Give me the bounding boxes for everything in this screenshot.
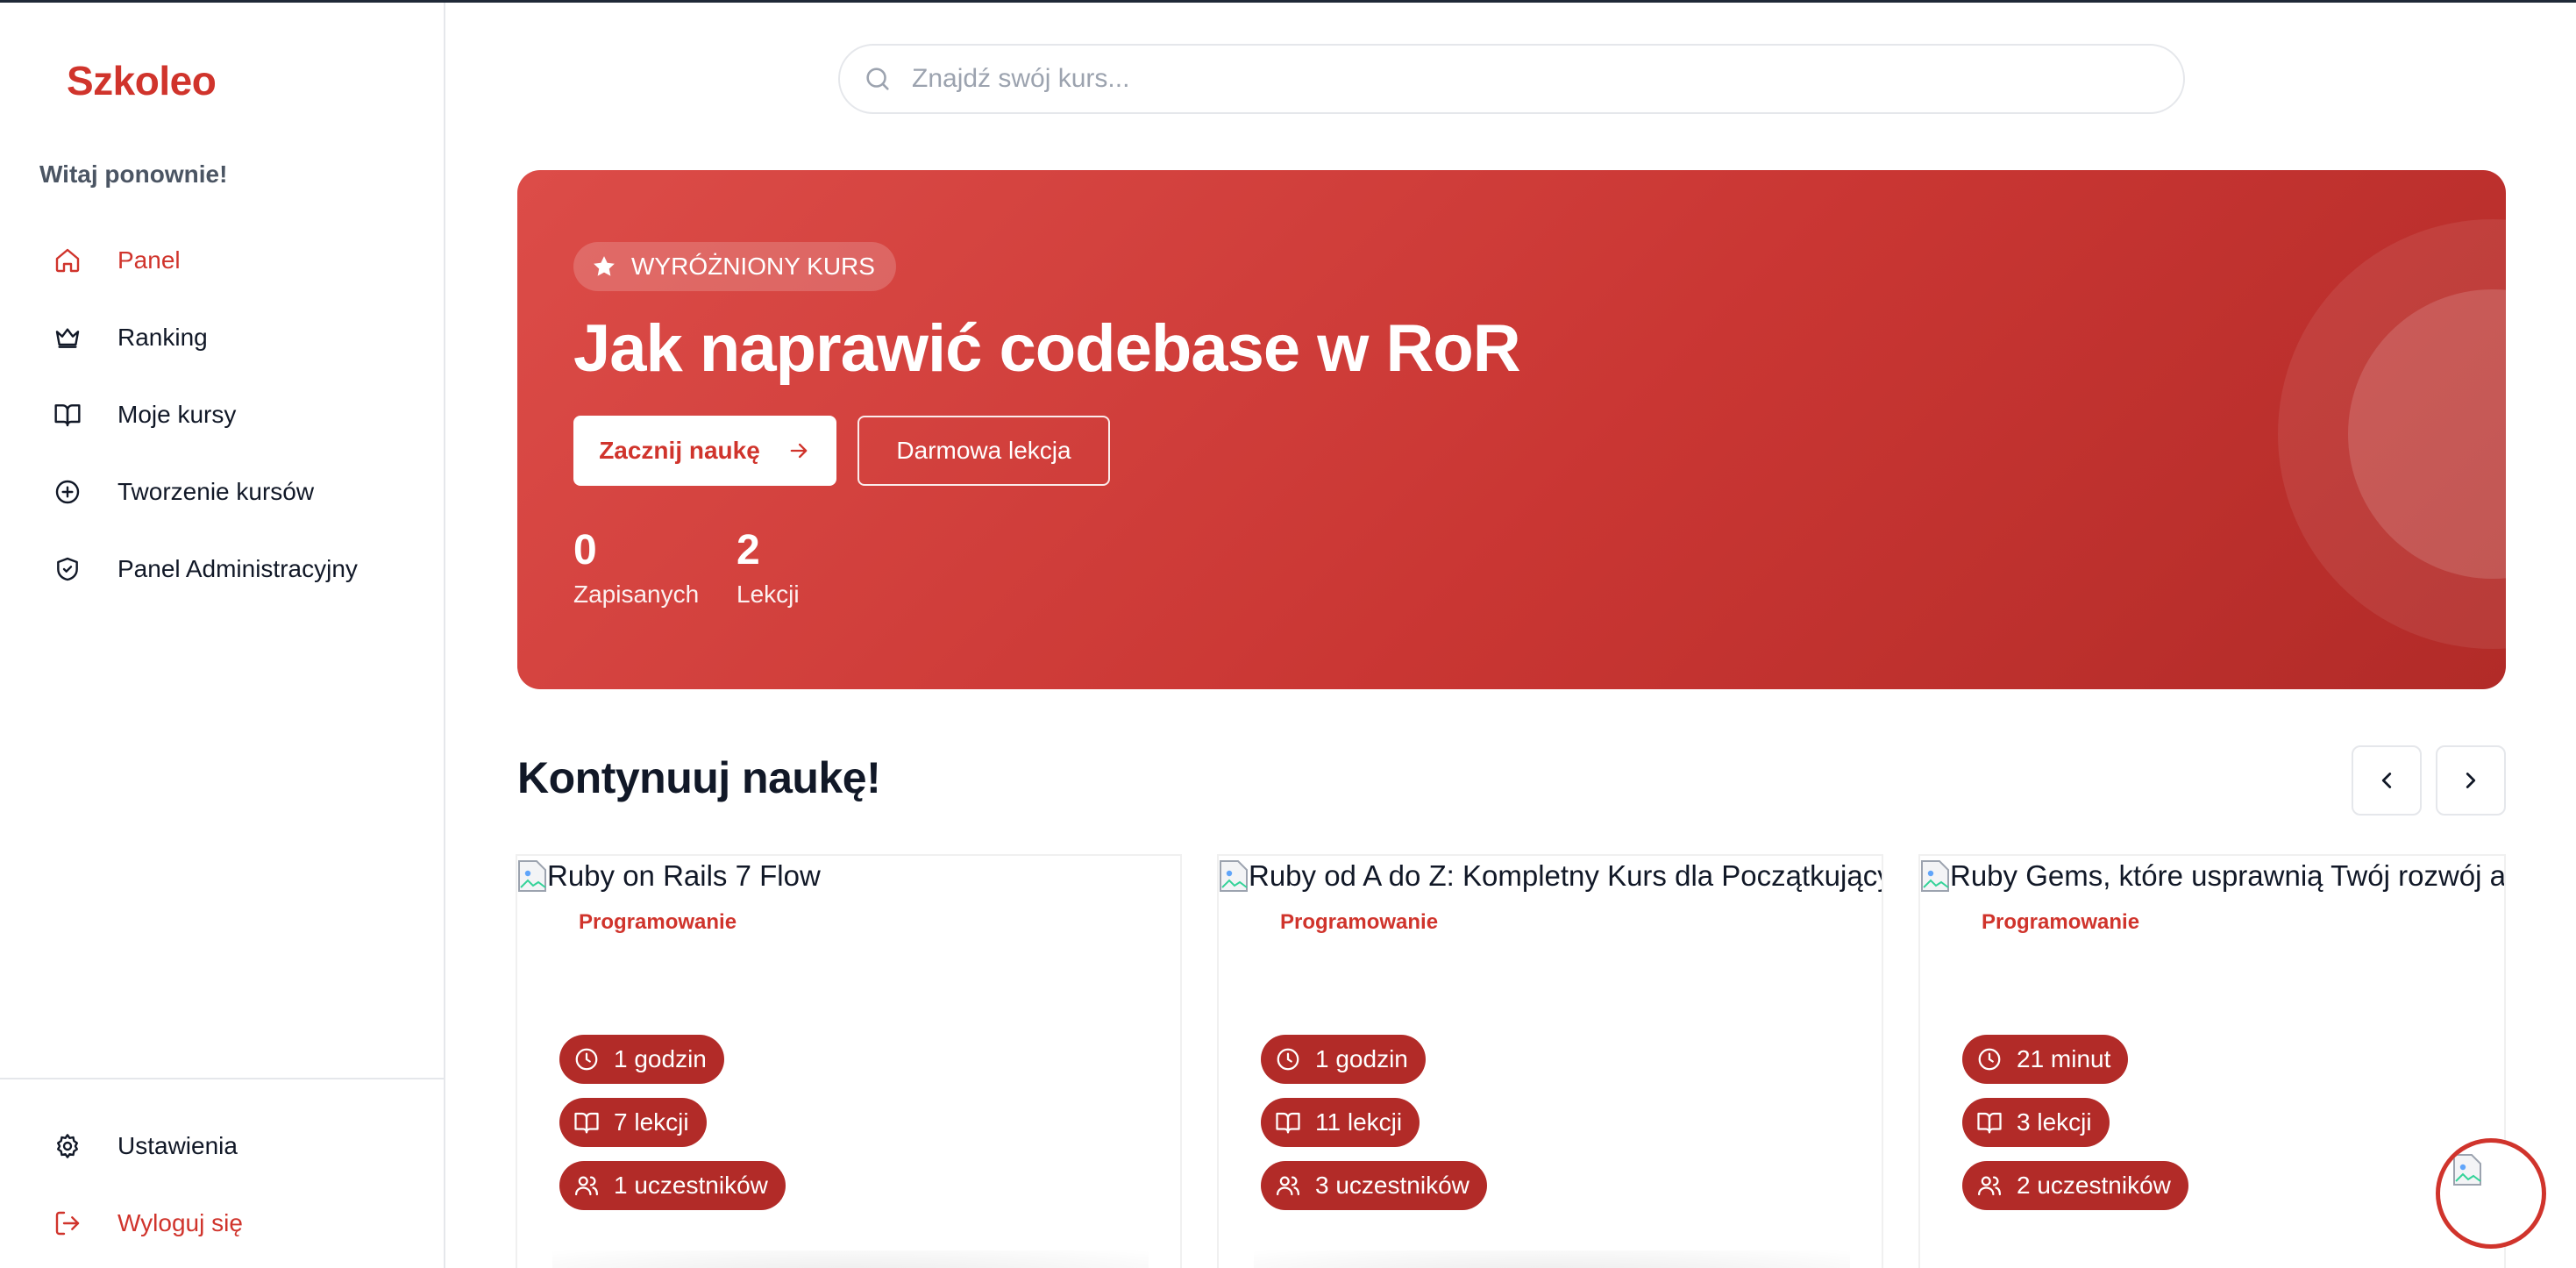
- users-icon: [1978, 1176, 2001, 1196]
- start-learning-label: Zacznij naukę: [599, 437, 760, 464]
- stat-enrolled: 0 Zapisanych: [573, 528, 699, 609]
- broken-image-icon: [1921, 860, 1949, 892]
- sidebar-item-label: Panel Administracyjny: [117, 555, 358, 582]
- sidebar-item-label: Tworzenie kursów: [117, 478, 315, 505]
- course-lessons-chip: 7 lekcji: [559, 1098, 707, 1147]
- star-icon: [594, 256, 615, 276]
- broken-image-icon: [2453, 1154, 2481, 1186]
- course-participants-chip: 1 uczestników: [559, 1161, 786, 1210]
- stat-value: 2: [737, 527, 760, 573]
- course-category: Programowanie: [1982, 910, 2140, 934]
- course-category: Programowanie: [1280, 910, 1439, 934]
- course-participants: 1 uczestników: [614, 1172, 768, 1199]
- sidebar-item-label: Wyloguj się: [117, 1209, 243, 1236]
- book-icon: [53, 400, 82, 430]
- broken-image-icon: [1220, 860, 1248, 892]
- start-learning-button[interactable]: Zacznij naukę: [573, 416, 836, 486]
- sidebar-footer: Ustawienia Wyloguj się: [0, 1078, 444, 1262]
- sidebar-item-settings[interactable]: Ustawienia: [0, 1108, 444, 1185]
- sidebar-item-logout[interactable]: Wyloguj się: [0, 1185, 444, 1262]
- continue-learning-title: Kontynuuj naukę!: [517, 753, 881, 802]
- clock-icon: [1277, 1048, 1299, 1071]
- card-shadow: [552, 1250, 1149, 1268]
- search-bar[interactable]: [838, 44, 2185, 114]
- book-icon: [1977, 1112, 2002, 1134]
- sidebar-item-label: Moje kursy: [117, 401, 237, 428]
- course-card[interactable]: Ruby od A do Z: Kompletny Kurs dla Począ…: [1217, 854, 1883, 1268]
- course-lessons-chip: 11 lekcji: [1261, 1098, 1420, 1147]
- users-icon: [575, 1176, 598, 1196]
- course-image: Ruby od A do Z: Kompletny Kurs dla Począ…: [1219, 859, 1883, 893]
- course-participants: 3 uczestników: [1315, 1172, 1469, 1199]
- logout-icon: [53, 1208, 82, 1238]
- stat-label: Lekcji: [737, 581, 800, 608]
- course-participants: 2 uczestników: [2017, 1172, 2171, 1199]
- sidebar-item-label: Ustawienia: [117, 1132, 238, 1159]
- featured-course-banner: WYRÓŻNIONY KURS Jak naprawić codebase w …: [517, 170, 2506, 689]
- card-shadow: [1254, 1250, 1850, 1268]
- carousel-next-button[interactable]: [2436, 745, 2506, 816]
- carousel-prev-button[interactable]: [2352, 745, 2422, 816]
- course-category: Programowanie: [579, 910, 737, 934]
- course-duration: 1 godzin: [1315, 1045, 1408, 1072]
- course-lessons: 11 lekcji: [1315, 1108, 1403, 1136]
- course-lessons-chip: 3 lekcji: [1962, 1098, 2110, 1147]
- sidebar-item-panel[interactable]: Panel: [0, 222, 444, 299]
- course-duration: 21 minut: [2017, 1045, 2111, 1072]
- arrow-right-icon: [790, 443, 808, 459]
- sidebar-item-admin-panel[interactable]: Panel Administracyjny: [0, 531, 444, 608]
- clock-icon: [575, 1048, 598, 1071]
- course-image-alt: Ruby od A do Z: Kompletny Kurs dla Począ…: [1249, 859, 1883, 892]
- clock-icon: [1978, 1048, 2001, 1071]
- chat-widget-button[interactable]: [2436, 1138, 2546, 1249]
- stat-value: 0: [573, 527, 597, 573]
- course-image: Ruby on Rails 7 Flow: [517, 859, 821, 893]
- course-duration-chip: 1 godzin: [559, 1035, 724, 1084]
- book-icon: [1276, 1112, 1300, 1134]
- gear-icon: [53, 1131, 82, 1161]
- course-image: Ruby Gems, które usprawnią Twój rozwój a…: [1920, 859, 2506, 893]
- broken-image-icon: [518, 860, 546, 892]
- search-icon: [866, 68, 889, 90]
- course-duration-chip: 1 godzin: [1261, 1035, 1426, 1084]
- stat-label: Zapisanych: [573, 581, 700, 608]
- featured-badge: WYRÓŻNIONY KURS: [573, 242, 896, 291]
- home-icon: [53, 246, 82, 275]
- app-logo[interactable]: Szkoleo: [67, 57, 217, 104]
- stat-lessons: 2 Lekcji: [737, 528, 800, 609]
- featured-badge-label: WYRÓŻNIONY KURS: [631, 253, 875, 280]
- course-duration-chip: 21 minut: [1962, 1035, 2129, 1084]
- plus-circle-icon: [53, 477, 82, 507]
- shield-check-icon: [53, 554, 82, 584]
- course-image-alt: Ruby Gems, które usprawnią Twój rozwój a…: [1950, 859, 2506, 892]
- course-card[interactable]: Ruby Gems, które usprawnią Twój rozwój a…: [1918, 854, 2506, 1268]
- course-participants-chip: 2 uczestników: [1962, 1161, 2188, 1210]
- course-card[interactable]: Ruby on Rails 7 Flow Programowanie 1 god…: [516, 854, 1182, 1268]
- book-icon: [574, 1112, 599, 1134]
- course-lessons: 3 lekcji: [2017, 1108, 2092, 1136]
- crown-icon: [53, 323, 82, 353]
- sidebar-item-course-creation[interactable]: Tworzenie kursów: [0, 453, 444, 531]
- sidebar-nav: Panel Ranking Moje kursy Tworzenie kursó…: [0, 222, 444, 608]
- course-image-alt: Ruby on Rails 7 Flow: [547, 859, 821, 892]
- welcome-text: Witaj ponownie!: [39, 160, 228, 188]
- chevron-right-icon: [2466, 773, 2476, 788]
- sidebar-item-label: Ranking: [117, 324, 208, 351]
- users-icon: [1277, 1176, 1299, 1196]
- featured-course-title: Jak naprawić codebase w RoR: [573, 311, 1521, 386]
- free-lesson-button[interactable]: Darmowa lekcja: [857, 416, 1110, 486]
- search-input[interactable]: [912, 64, 2139, 94]
- course-duration: 1 godzin: [614, 1045, 707, 1072]
- sidebar-item-label: Panel: [117, 246, 181, 274]
- chevron-left-icon: [2381, 773, 2392, 788]
- sidebar-item-ranking[interactable]: Ranking: [0, 299, 444, 376]
- course-participants-chip: 3 uczestników: [1261, 1161, 1487, 1210]
- sidebar: Szkoleo Witaj ponownie! Panel Ranking Mo…: [0, 3, 445, 1268]
- course-lessons: 7 lekcji: [614, 1108, 689, 1136]
- sidebar-item-my-courses[interactable]: Moje kursy: [0, 376, 444, 453]
